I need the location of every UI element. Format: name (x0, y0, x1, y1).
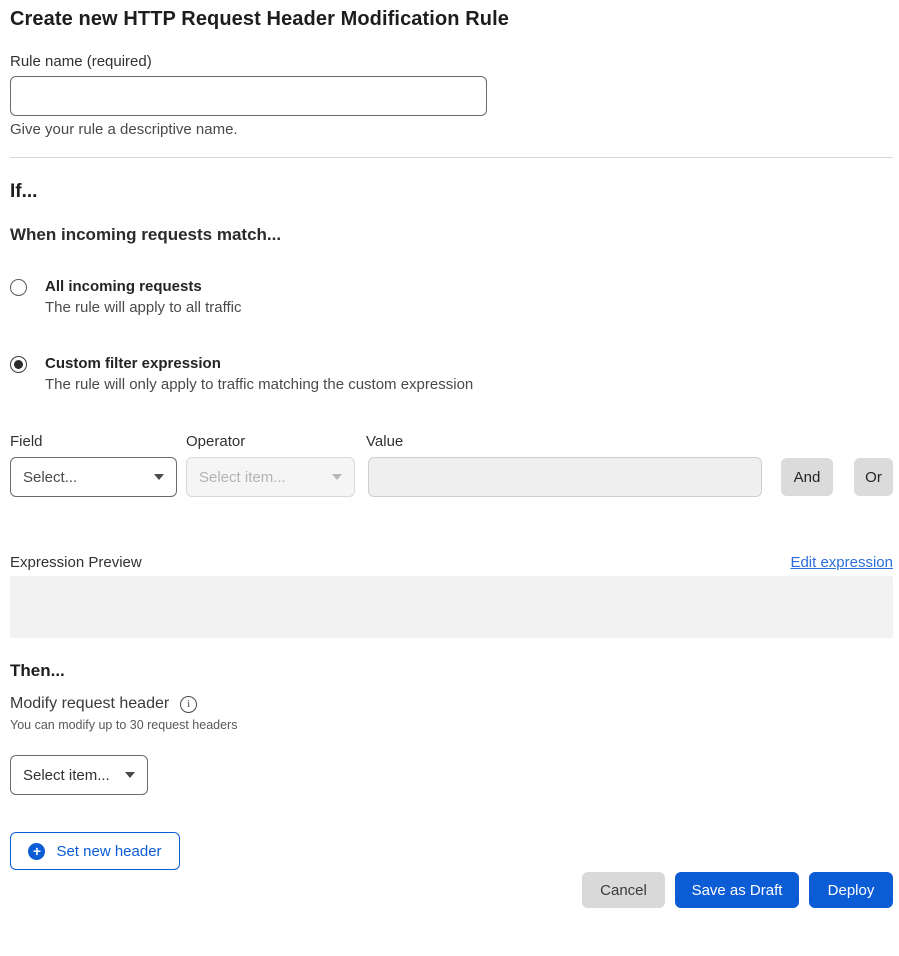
set-new-header-button[interactable]: + Set new header (10, 832, 180, 870)
radio-option-texts: All incoming requests The rule will appl… (45, 278, 241, 316)
rule-name-input[interactable] (10, 76, 487, 116)
operator-label: Operator (186, 433, 366, 450)
edit-expression-link[interactable]: Edit expression (790, 554, 893, 571)
and-button[interactable]: And (781, 458, 833, 496)
save-as-draft-button[interactable]: Save as Draft (675, 872, 799, 908)
expression-builder-labels: Field Operator Value (10, 433, 893, 450)
if-heading: If... (10, 181, 893, 203)
cancel-button[interactable]: Cancel (582, 872, 665, 908)
chevron-down-icon (332, 474, 342, 480)
radio-option-custom-expression[interactable]: Custom filter expression The rule will o… (10, 355, 893, 393)
set-new-header-label: Set new header (56, 843, 161, 860)
create-rule-page: Create new HTTP Request Header Modificat… (0, 0, 899, 908)
or-button[interactable]: Or (854, 458, 893, 496)
page-title: Create new HTTP Request Header Modificat… (10, 8, 893, 31)
chevron-down-icon (154, 474, 164, 480)
deploy-button[interactable]: Deploy (809, 872, 893, 908)
chevron-down-icon (125, 772, 135, 778)
footer-actions: Cancel Save as Draft Deploy (10, 872, 893, 908)
info-icon[interactable]: i (180, 696, 197, 713)
radio-option-texts: Custom filter expression The rule will o… (45, 355, 473, 393)
radio-button-unchecked[interactable] (10, 279, 27, 296)
radio-desc-all-requests: The rule will apply to all traffic (45, 299, 241, 316)
expression-preview-label: Expression Preview (10, 554, 142, 571)
field-select-value: Select... (23, 469, 77, 486)
radio-desc-custom-expression: The rule will only apply to traffic matc… (45, 376, 473, 393)
when-match-subheading: When incoming requests match... (10, 225, 893, 245)
expression-preview-header: Expression Preview Edit expression (10, 554, 893, 571)
section-divider (10, 157, 893, 158)
header-action-select-value: Select item... (23, 767, 110, 784)
radio-label-all-requests[interactable]: All incoming requests (45, 278, 241, 295)
radio-button-checked[interactable] (10, 356, 27, 373)
plus-icon: + (28, 843, 45, 860)
modify-header-note: You can modify up to 30 request headers (10, 718, 893, 732)
value-input[interactable] (368, 457, 762, 497)
field-label: Field (10, 433, 186, 450)
modify-header-row: Modify request header i (10, 695, 893, 713)
modify-request-header-label: Modify request header (10, 695, 169, 713)
value-label: Value (366, 433, 893, 450)
field-select[interactable]: Select... (10, 457, 177, 497)
radio-option-all-requests[interactable]: All incoming requests The rule will appl… (10, 278, 893, 316)
rule-name-help: Give your rule a descriptive name. (10, 121, 893, 138)
rule-name-label: Rule name (required) (10, 53, 893, 70)
radio-label-custom-expression[interactable]: Custom filter expression (45, 355, 473, 372)
then-heading: Then... (10, 661, 893, 681)
expression-builder-row: Select... Select item... And Or (10, 457, 893, 497)
operator-select[interactable]: Select item... (186, 457, 355, 497)
header-action-select[interactable]: Select item... (10, 755, 148, 795)
expression-preview-box (10, 576, 893, 638)
operator-select-value: Select item... (199, 469, 286, 486)
